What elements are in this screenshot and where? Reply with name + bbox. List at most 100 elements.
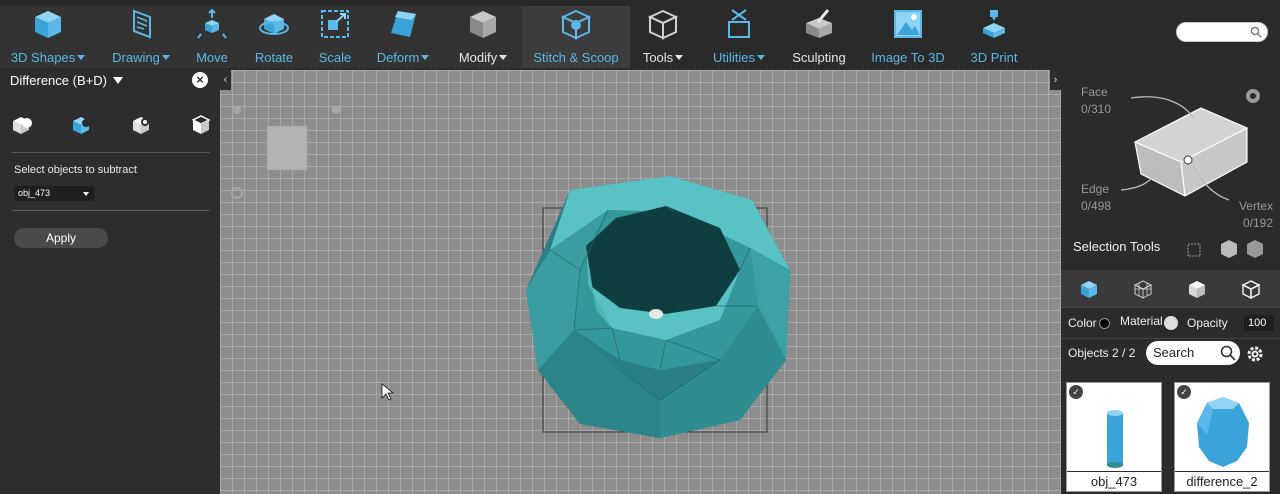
toolbar-label: Modify	[458, 50, 498, 65]
toolbar-3d-shapes[interactable]: 3D Shapes	[8, 8, 88, 68]
right-panel: Face 0/310 Edge 0/498 Vertex 0/192 Selec…	[1061, 70, 1280, 494]
3d-print-icon	[983, 10, 1005, 38]
search-icon	[1250, 26, 1262, 38]
caret-down-icon	[499, 55, 508, 60]
face-label: Face	[1081, 85, 1108, 99]
selection-tools-label: Selection Tools	[1073, 239, 1161, 254]
toolbar-label: Stitch & Scoop	[533, 50, 619, 65]
image-to-3d-icon	[894, 10, 922, 38]
edge-label: Edge	[1081, 182, 1110, 196]
toolbar-label: 3D Shapes	[10, 50, 76, 65]
viewport-canvas[interactable]	[220, 70, 1061, 494]
color-label: Color	[1068, 316, 1097, 330]
panel-header[interactable]: Difference (B+D)	[0, 70, 220, 90]
edge-count: 0/498	[1081, 199, 1112, 213]
check-icon[interactable]: ✓	[1177, 385, 1191, 399]
view-cube[interactable]	[266, 125, 308, 171]
caret-down-icon	[756, 55, 765, 60]
objects-count: Objects 2 / 2	[1068, 346, 1136, 360]
caret-down-icon	[421, 55, 430, 60]
wireframe-mode-icon[interactable]	[1133, 279, 1153, 299]
toolbar-tools[interactable]: Tools	[638, 8, 688, 68]
boolean-mode-bar	[0, 114, 220, 138]
color-swatch[interactable]	[1099, 318, 1110, 329]
toolbar-stitch-scoop[interactable]: Stitch & Scoop	[530, 8, 622, 68]
opacity-value: 100	[1248, 317, 1267, 329]
check-icon[interactable]: ✓	[1069, 385, 1083, 399]
toolbar-label: 3D Print	[970, 50, 1018, 65]
select-all-icon[interactable]	[1247, 240, 1263, 258]
main-toolbar: 3D Shapes Drawing Move Rotate Scale Defo…	[0, 0, 1280, 70]
toolbar-sculpting[interactable]: Sculpting	[786, 8, 852, 68]
light-icon[interactable]	[332, 106, 340, 114]
home-view-icon[interactable]	[233, 106, 241, 114]
caret-down-icon	[83, 192, 89, 196]
opacity-label: Opacity	[1187, 316, 1228, 330]
object-search-input[interactable]: Search	[1146, 341, 1240, 365]
transparent-mode-icon[interactable]	[1241, 279, 1261, 299]
caret-down-icon	[161, 55, 170, 60]
select-cube-icon[interactable]	[1221, 240, 1237, 258]
object-thumbnail[interactable]: ✓ obj_473	[1066, 382, 1162, 492]
caret-down-icon	[112, 76, 123, 84]
sculpting-icon	[806, 9, 832, 38]
toolbar-move[interactable]: Move	[188, 8, 236, 68]
toolbar-utilities[interactable]: Utilities	[708, 8, 770, 68]
toolbar-label: Utilities	[713, 50, 755, 65]
appearance-bar: Color Material Opacity 100	[1061, 307, 1280, 339]
toolbar-scale[interactable]: Scale	[312, 8, 358, 68]
toolbar-label: Image To 3D	[871, 50, 945, 65]
toolbar-label: Rotate	[254, 50, 294, 65]
toolbar-deform[interactable]: Deform	[372, 8, 434, 68]
difference-mode-icon[interactable]	[72, 114, 94, 136]
toolbar-rotate[interactable]: Rotate	[250, 8, 298, 68]
material-sphere-icon[interactable]	[1164, 316, 1178, 330]
deform-icon	[391, 11, 416, 37]
opacity-stepper[interactable]: 100	[1244, 315, 1274, 331]
toolbar-label: Move	[196, 50, 228, 65]
display-mode-bar	[1061, 270, 1280, 307]
solid-mode-icon[interactable]	[1079, 279, 1099, 299]
union-mode-icon[interactable]	[12, 114, 34, 136]
app-window: 3D Shapes Drawing Move Rotate Scale Defo…	[0, 0, 1280, 494]
shaded-mode-icon[interactable]	[1187, 279, 1207, 299]
intersection-mode-icon[interactable]	[132, 114, 154, 136]
subtract-label: Select objects to subtract	[14, 164, 137, 176]
toolbar-label: Scale	[318, 50, 352, 65]
gear-icon[interactable]	[1246, 345, 1264, 363]
boolean-panel: Difference (B+D) × Select objects to sub…	[0, 70, 220, 494]
object-thumbnail[interactable]: ✓ difference_2	[1174, 382, 1270, 492]
panel-title: Difference (B+D)	[10, 72, 107, 88]
divider	[12, 152, 210, 153]
object-select[interactable]: obj_473	[14, 186, 94, 201]
scale-icon	[321, 10, 349, 38]
close-icon[interactable]: ×	[192, 72, 208, 88]
move-icon	[197, 8, 227, 39]
vertex-count: 0/192	[1242, 216, 1273, 230]
cube-icon	[35, 11, 61, 38]
utilities-icon	[728, 9, 750, 38]
object-name: difference_2	[1175, 471, 1269, 491]
select-rect-icon[interactable]	[1187, 243, 1201, 257]
mesh-preview	[1197, 397, 1249, 467]
vertex-label: Vertex	[1238, 199, 1273, 213]
collapse-right-icon[interactable]: ›	[1050, 70, 1061, 90]
apply-button[interactable]: Apply	[14, 228, 108, 248]
toolbar-3d-print[interactable]: 3D Print	[964, 8, 1024, 68]
toolbar-drawing[interactable]: Drawing	[108, 8, 174, 68]
toolbar-label: Sculpting	[792, 50, 846, 65]
caret-down-icon	[77, 55, 86, 60]
toolbar-image-to-3d[interactable]: Image To 3D	[868, 8, 948, 68]
tools-icon	[648, 9, 678, 40]
toolbar-modify[interactable]: Modify	[454, 8, 512, 68]
toolbar-label: Tools	[642, 50, 674, 65]
toolbar-label: Deform	[376, 50, 420, 65]
3d-viewport[interactable]: ‹ ›	[220, 70, 1061, 494]
stitch-scoop-icon	[561, 9, 591, 40]
top-search-input[interactable]	[1176, 22, 1268, 42]
search-placeholder: Search	[1153, 345, 1195, 360]
split-mode-icon[interactable]	[190, 114, 212, 136]
face-count: 0/310	[1081, 102, 1112, 116]
difference-mesh[interactable]	[526, 176, 790, 438]
collapse-left-icon[interactable]: ‹	[220, 70, 231, 90]
